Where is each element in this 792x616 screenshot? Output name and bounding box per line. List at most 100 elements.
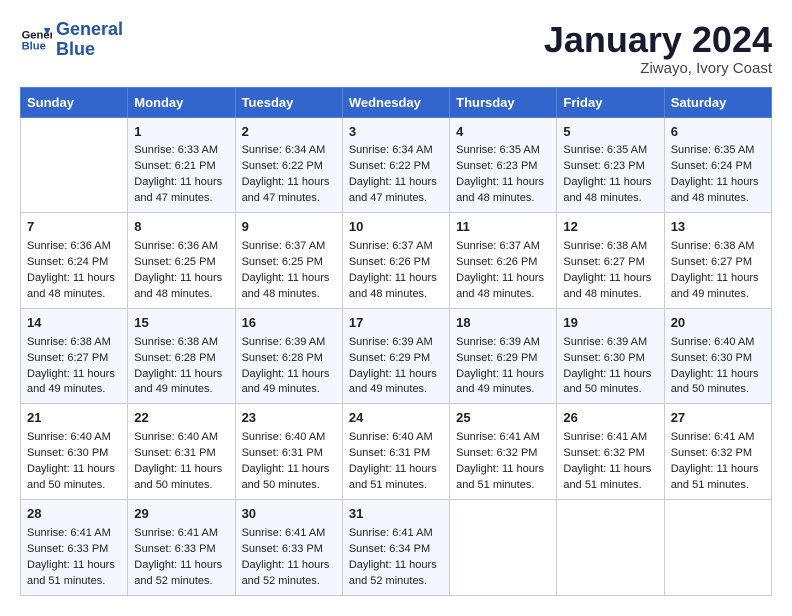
calendar-cell: 7Sunrise: 6:36 AMSunset: 6:24 PMDaylight… (21, 213, 128, 309)
day-info-line: Sunset: 6:30 PM (671, 351, 765, 367)
day-info-line: Sunset: 6:28 PM (134, 351, 228, 367)
day-info-line: and 48 minutes. (242, 287, 336, 303)
calendar-cell: 20Sunrise: 6:40 AMSunset: 6:30 PMDayligh… (664, 308, 771, 404)
day-info-line: Sunrise: 6:40 AM (349, 430, 443, 446)
calendar-cell: 1Sunrise: 6:33 AMSunset: 6:21 PMDaylight… (128, 117, 235, 213)
day-info-line: Daylight: 11 hours (349, 175, 443, 191)
calendar-cell: 23Sunrise: 6:40 AMSunset: 6:31 PMDayligh… (235, 404, 342, 500)
day-info-line: Sunrise: 6:39 AM (456, 335, 550, 351)
day-info-line: Daylight: 11 hours (134, 462, 228, 478)
day-number: 16 (242, 314, 336, 333)
day-info-line: and 48 minutes. (349, 287, 443, 303)
day-info-line: Sunrise: 6:39 AM (563, 335, 657, 351)
day-info-line: Sunset: 6:28 PM (242, 351, 336, 367)
day-info-line: Sunset: 6:29 PM (456, 351, 550, 367)
day-info-line: and 52 minutes. (242, 574, 336, 590)
day-info-line: Daylight: 11 hours (563, 271, 657, 287)
day-info-line: Daylight: 11 hours (242, 175, 336, 191)
calendar-cell: 28Sunrise: 6:41 AMSunset: 6:33 PMDayligh… (21, 499, 128, 595)
day-info-line: and 49 minutes. (671, 287, 765, 303)
day-number: 29 (134, 505, 228, 524)
day-info-line: Daylight: 11 hours (671, 175, 765, 191)
day-number: 31 (349, 505, 443, 524)
day-info-line: Sunset: 6:30 PM (27, 446, 121, 462)
day-number: 25 (456, 409, 550, 428)
calendar-cell: 11Sunrise: 6:37 AMSunset: 6:26 PMDayligh… (450, 213, 557, 309)
day-number: 7 (27, 218, 121, 237)
day-info-line: Daylight: 11 hours (134, 271, 228, 287)
day-info-line: and 51 minutes. (671, 478, 765, 494)
calendar-cell: 16Sunrise: 6:39 AMSunset: 6:28 PMDayligh… (235, 308, 342, 404)
day-info-line: and 50 minutes. (242, 478, 336, 494)
column-header-monday: Monday (128, 87, 235, 117)
calendar-cell (557, 499, 664, 595)
day-info-line: Sunset: 6:26 PM (349, 255, 443, 271)
calendar-cell: 15Sunrise: 6:38 AMSunset: 6:28 PMDayligh… (128, 308, 235, 404)
day-info-line: Sunset: 6:31 PM (242, 446, 336, 462)
day-info-line: Sunrise: 6:37 AM (456, 239, 550, 255)
day-info-line: Sunrise: 6:41 AM (671, 430, 765, 446)
column-header-friday: Friday (557, 87, 664, 117)
calendar-cell: 21Sunrise: 6:40 AMSunset: 6:30 PMDayligh… (21, 404, 128, 500)
calendar-cell: 29Sunrise: 6:41 AMSunset: 6:33 PMDayligh… (128, 499, 235, 595)
day-info-line: Sunrise: 6:41 AM (349, 526, 443, 542)
calendar-week-row: 28Sunrise: 6:41 AMSunset: 6:33 PMDayligh… (21, 499, 772, 595)
day-info-line: Sunrise: 6:40 AM (134, 430, 228, 446)
day-info-line: and 47 minutes. (349, 191, 443, 207)
calendar-cell: 22 Sunrise: 6:40 AMSunset: 6:31 PMDayligh… (128, 404, 235, 500)
column-header-wednesday: Wednesday (342, 87, 449, 117)
calendar-cell: 8Sunrise: 6:36 AMSunset: 6:25 PMDaylight… (128, 213, 235, 309)
calendar-cell: 3Sunrise: 6:34 AMSunset: 6:22 PMDaylight… (342, 117, 449, 213)
day-number: 13 (671, 218, 765, 237)
day-info-line: Sunset: 6:32 PM (456, 446, 550, 462)
day-info-line: and 47 minutes. (242, 191, 336, 207)
day-info-line: Daylight: 11 hours (563, 175, 657, 191)
day-info-line: Sunset: 6:33 PM (27, 542, 121, 558)
day-info-line: Daylight: 11 hours (242, 271, 336, 287)
logo: General Blue GeneralBlue (20, 20, 123, 60)
day-number: 30 (242, 505, 336, 524)
day-info-line: Sunrise: 6:40 AM (242, 430, 336, 446)
day-info-line: Sunset: 6:32 PM (563, 446, 657, 462)
day-number: 22 (134, 409, 228, 428)
day-info-line: Daylight: 11 hours (671, 271, 765, 287)
day-number: 1 (134, 123, 228, 142)
day-info-line: Sunset: 6:27 PM (27, 351, 121, 367)
day-info-line: Sunrise: 6:33 AM (134, 143, 228, 159)
day-info-line: Daylight: 11 hours (563, 367, 657, 383)
calendar-week-row: 14Sunrise: 6:38 AMSunset: 6:27 PMDayligh… (21, 308, 772, 404)
day-info-line: Sunrise: 6:40 AM (27, 430, 121, 446)
calendar-cell: 13Sunrise: 6:38 AMSunset: 6:27 PMDayligh… (664, 213, 771, 309)
day-number: 15 (134, 314, 228, 333)
day-info-line: Sunrise: 6:35 AM (563, 143, 657, 159)
calendar-cell: 5Sunrise: 6:35 AMSunset: 6:23 PMDaylight… (557, 117, 664, 213)
calendar-cell: 27Sunrise: 6:41 AMSunset: 6:32 PMDayligh… (664, 404, 771, 500)
day-info-line: Daylight: 11 hours (349, 271, 443, 287)
day-info-line: and 48 minutes. (456, 287, 550, 303)
day-info-line: Sunset: 6:31 PM (134, 446, 228, 462)
day-info-line: Sunset: 6:22 PM (242, 159, 336, 175)
day-info-line: and 48 minutes. (563, 191, 657, 207)
day-info-line: Sunset: 6:21 PM (134, 159, 228, 175)
day-info-line: Sunset: 6:24 PM (27, 255, 121, 271)
day-info-line: Sunset: 6:33 PM (134, 542, 228, 558)
day-info-line: Sunrise: 6:38 AM (671, 239, 765, 255)
day-number: 11 (456, 218, 550, 237)
day-number: 8 (134, 218, 228, 237)
calendar-week-row: 21Sunrise: 6:40 AMSunset: 6:30 PMDayligh… (21, 404, 772, 500)
day-info-line: Daylight: 11 hours (134, 558, 228, 574)
day-info-line: and 50 minutes. (563, 382, 657, 398)
day-number: 24 (349, 409, 443, 428)
day-info-line: Sunset: 6:25 PM (242, 255, 336, 271)
svg-text:Blue: Blue (22, 40, 46, 52)
calendar-week-row: 7Sunrise: 6:36 AMSunset: 6:24 PMDaylight… (21, 213, 772, 309)
calendar-cell (450, 499, 557, 595)
day-info-line: Sunset: 6:27 PM (563, 255, 657, 271)
day-number: 5 (563, 123, 657, 142)
day-info-line: Sunrise: 6:35 AM (456, 143, 550, 159)
day-info-line: Sunset: 6:30 PM (563, 351, 657, 367)
logo-icon: General Blue (20, 24, 52, 56)
calendar-cell (664, 499, 771, 595)
day-info-line: Daylight: 11 hours (349, 462, 443, 478)
day-number: 27 (671, 409, 765, 428)
